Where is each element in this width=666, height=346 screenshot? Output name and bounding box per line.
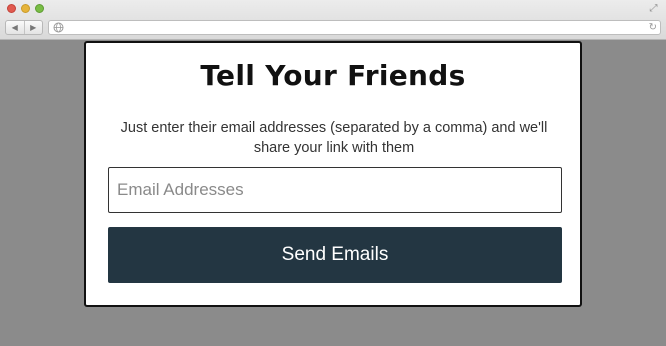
modal-description: Just enter their email addresses (separa…: [120, 120, 548, 156]
forward-arrow-icon: ▶: [30, 23, 37, 32]
send-emails-button[interactable]: Send Emails: [108, 227, 562, 283]
tell-friends-modal: Tell Your Friends Just enter their email…: [84, 41, 582, 307]
nav-buttons: ◀ ▶: [5, 20, 43, 35]
globe-icon-svg: [53, 22, 64, 33]
back-arrow-icon: ◀: [11, 23, 18, 32]
browser-chrome: ⤢ ◀ ▶ ↻: [0, 0, 666, 40]
window-controls: [7, 4, 44, 13]
email-addresses-input[interactable]: [108, 167, 562, 213]
forward-button[interactable]: ▶: [23, 21, 43, 34]
modal-title: Tell Your Friends: [200, 59, 466, 92]
back-button[interactable]: ◀: [6, 21, 24, 34]
close-window-button[interactable]: [7, 4, 16, 13]
fullscreen-icon[interactable]: ⤢: [648, 3, 659, 14]
reload-icon[interactable]: ↻: [649, 21, 657, 34]
minimize-window-button[interactable]: [21, 4, 30, 13]
globe-icon: [53, 22, 64, 33]
address-bar[interactable]: ↻: [48, 20, 661, 35]
zoom-window-button[interactable]: [35, 4, 44, 13]
